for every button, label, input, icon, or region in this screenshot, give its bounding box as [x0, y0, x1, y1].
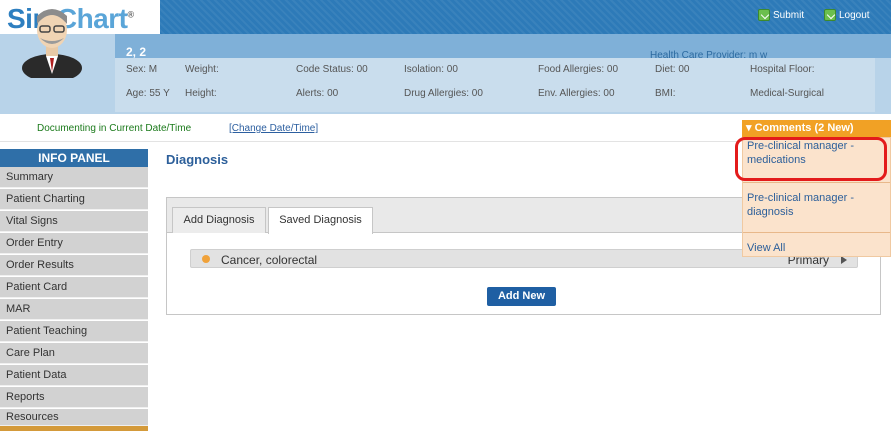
age-field: Age: 55 Y [126, 88, 170, 99]
page-title: Diagnosis [166, 152, 229, 167]
weight-field: Weight: [185, 64, 219, 75]
sidebar-item-summary[interactable]: Summary [0, 167, 148, 188]
annotation-highlight [735, 137, 887, 181]
food-allergies-field: Food Allergies: 00 [538, 64, 619, 75]
code-status-field: Code Status: 00 [296, 64, 368, 75]
diagnosis-name: Cancer, colorectal [221, 253, 318, 267]
change-date-time-link[interactable]: [Change Date/Time] [229, 123, 318, 134]
add-new-button[interactable]: Add New [487, 287, 556, 306]
sidebar-item-reports[interactable]: Reports [0, 387, 148, 408]
sidebar-item-care-plan[interactable]: Care Plan [0, 343, 148, 364]
sidebar-item-patient-card[interactable]: Patient Card [0, 277, 148, 298]
comment-divider [743, 232, 890, 233]
sidebar-item-mar[interactable]: MAR [0, 299, 148, 320]
top-bar: SimChart® Submit Logout [0, 0, 891, 34]
sidebar-item-order-entry[interactable]: Order Entry [0, 233, 148, 254]
bmi-field: BMI: [655, 88, 676, 99]
patient-name-bar [115, 34, 891, 58]
patient-avatar-icon [22, 9, 82, 78]
env-allergies-field: Env. Allergies: 00 [538, 88, 615, 99]
logout-button[interactable]: Logout [824, 9, 870, 21]
submit-button[interactable]: Submit [758, 9, 804, 21]
comments-view-all-link[interactable]: View All [747, 241, 785, 255]
height-field: Height: [185, 88, 217, 99]
isolation-field: Isolation: 00 [404, 64, 458, 75]
documenting-status: Documenting in Current Date/Time [37, 123, 192, 134]
sidebar-item-order-results[interactable]: Order Results [0, 255, 148, 276]
hospital-floor-field: Hospital Floor: [750, 64, 815, 75]
logout-icon [824, 9, 836, 21]
sidebar-item-resources[interactable]: Resources [0, 409, 148, 426]
comment-item-diagnosis[interactable]: Pre-clinical manager - diagnosis [747, 191, 887, 219]
sex-field: Sex: M [126, 64, 158, 75]
sidebar-item-patient-charting[interactable]: Patient Charting [0, 189, 148, 210]
comments-dropdown-toggle[interactable]: ▾ Comments (2 New) [742, 120, 891, 137]
tab-add-diagnosis[interactable]: Add Diagnosis [172, 207, 266, 233]
status-dot-icon [202, 255, 210, 263]
expand-arrow-icon[interactable] [841, 256, 847, 264]
sidebar-item-patient-teaching[interactable]: Patient Teaching [0, 321, 148, 342]
tab-saved-diagnosis[interactable]: Saved Diagnosis [268, 207, 373, 234]
comment-divider [743, 182, 890, 183]
sidebar-item-vital-signs[interactable]: Vital Signs [0, 211, 148, 232]
sidebar-item-patient-data[interactable]: Patient Data [0, 365, 148, 386]
submit-icon [758, 9, 770, 21]
diet-field: Diet: 00 [655, 64, 690, 75]
drug-allergies-field: Drug Allergies: 00 [404, 88, 483, 99]
patient-name: 2, 2 [126, 45, 147, 59]
info-panel-title: INFO PANEL [0, 149, 148, 167]
alerts-field: Alerts: 00 [296, 88, 339, 99]
hospital-unit-field: Medical-Surgical [750, 88, 824, 99]
sidebar-bottom-accent [0, 426, 148, 431]
